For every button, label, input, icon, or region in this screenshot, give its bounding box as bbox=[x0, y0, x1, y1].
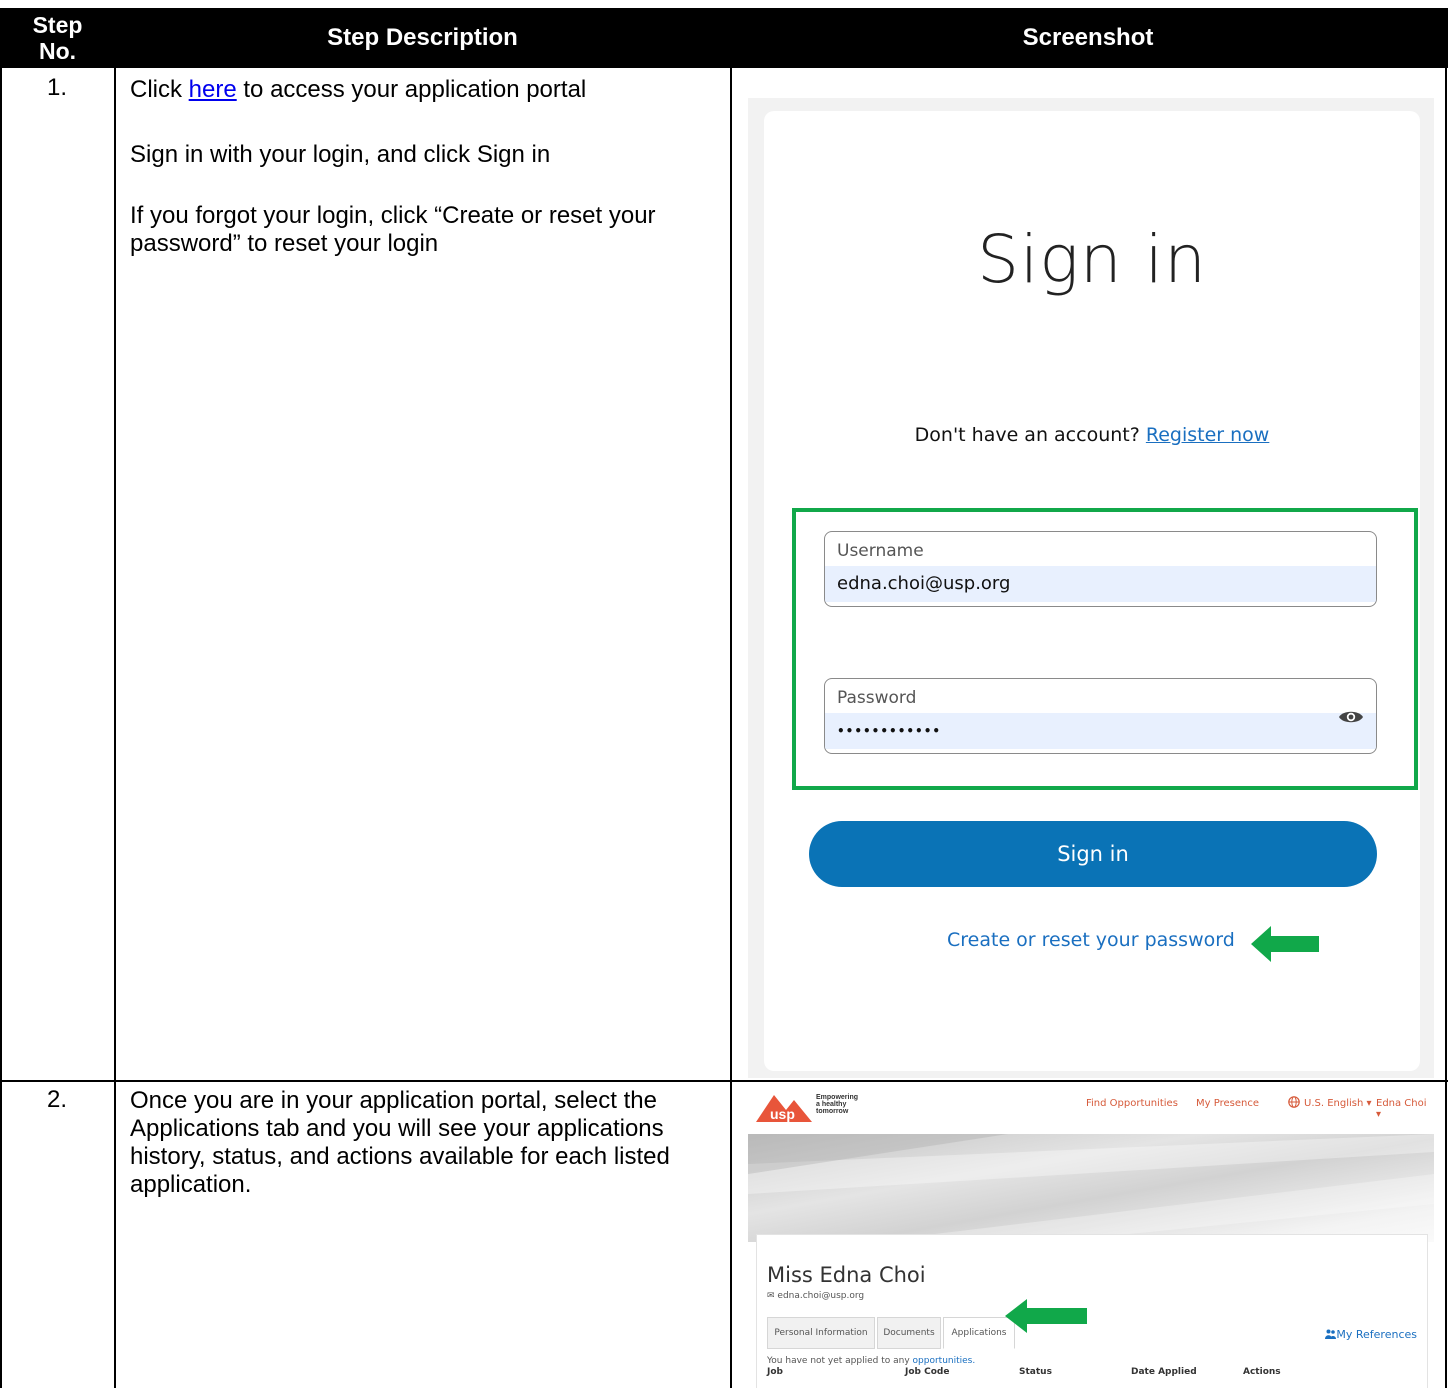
column-job-code: Job Code bbox=[905, 1367, 950, 1377]
header-step-description: Step Description bbox=[327, 24, 518, 51]
nav-user-menu[interactable]: Edna Choi ▾ bbox=[1376, 1098, 1434, 1120]
column-actions: Actions bbox=[1243, 1367, 1281, 1377]
step-number-1: 1. bbox=[47, 74, 68, 101]
header-step-line1: Step bbox=[32, 12, 83, 38]
nav-my-presence[interactable]: My Presence bbox=[1196, 1098, 1259, 1109]
nav-language[interactable]: U.S. English ▾ bbox=[1304, 1098, 1372, 1109]
column-job: Job bbox=[767, 1367, 783, 1377]
profile-panel: Miss Edna Choi ✉ edna.choi@usp.org Perso… bbox=[756, 1234, 1428, 1388]
globe-icon bbox=[1288, 1096, 1300, 1108]
signin-button[interactable]: Sign in bbox=[809, 821, 1377, 887]
banner-decoration bbox=[748, 1134, 1434, 1242]
register-prompt: Don't have an account? Register now bbox=[914, 424, 1270, 446]
empty-state-text: You have not yet applied to any opportun… bbox=[767, 1356, 976, 1366]
table-divider-description bbox=[730, 68, 732, 1388]
signin-title: Sign in bbox=[977, 221, 1207, 298]
table-header: Step No. Step Description Screenshot bbox=[0, 8, 1448, 68]
portal-screenshot: usp Empowering a healthy tomorrow Find O… bbox=[748, 1082, 1434, 1388]
portal-topbar: usp Empowering a healthy tomorrow Find O… bbox=[748, 1082, 1434, 1134]
profile-email: ✉ edna.choi@usp.org bbox=[767, 1291, 865, 1301]
table-border-right bbox=[1445, 68, 1447, 1388]
tab-documents[interactable]: Documents bbox=[877, 1317, 941, 1349]
profile-name: Miss Edna Choi bbox=[767, 1263, 926, 1287]
table-divider-step bbox=[114, 68, 116, 1388]
step-1-line-1: Click here to access your application po… bbox=[130, 76, 587, 103]
usp-tagline: Empowering a healthy tomorrow bbox=[816, 1094, 859, 1115]
tab-personal-information[interactable]: Personal Information bbox=[767, 1317, 875, 1349]
usp-logo-text: usp bbox=[770, 1106, 795, 1122]
register-now-link[interactable]: Register now bbox=[1146, 424, 1269, 446]
table-border-left bbox=[0, 68, 2, 1388]
column-date-applied: Date Applied bbox=[1131, 1367, 1197, 1377]
header-step-line2: No. bbox=[38, 38, 77, 64]
nav-find-opportunities[interactable]: Find Opportunities bbox=[1086, 1098, 1178, 1109]
step-2-text: Once you are in your application portal,… bbox=[130, 1087, 670, 1198]
usp-logo-icon: usp bbox=[756, 1095, 812, 1122]
opportunities-link[interactable]: opportunities. bbox=[913, 1356, 976, 1366]
my-references-link[interactable]: My References bbox=[1325, 1328, 1417, 1341]
column-status: Status bbox=[1019, 1367, 1052, 1377]
step-1-line-3: If you forgot your login, click “Create … bbox=[130, 202, 656, 257]
green-arrow-icon bbox=[1251, 926, 1319, 962]
step-1-line-2: Sign in with your login, and click Sign … bbox=[130, 141, 551, 168]
credentials-highlight-box bbox=[792, 508, 1418, 790]
people-icon bbox=[1325, 1329, 1337, 1339]
here-link[interactable]: here bbox=[189, 76, 237, 103]
header-step-no: Step No. bbox=[0, 8, 115, 68]
step-number-2: 2. bbox=[47, 1086, 68, 1113]
create-reset-password-link[interactable]: Create or reset your password bbox=[947, 929, 1235, 951]
green-arrow-icon bbox=[1005, 1299, 1087, 1333]
header-screenshot: Screenshot bbox=[1022, 24, 1154, 51]
